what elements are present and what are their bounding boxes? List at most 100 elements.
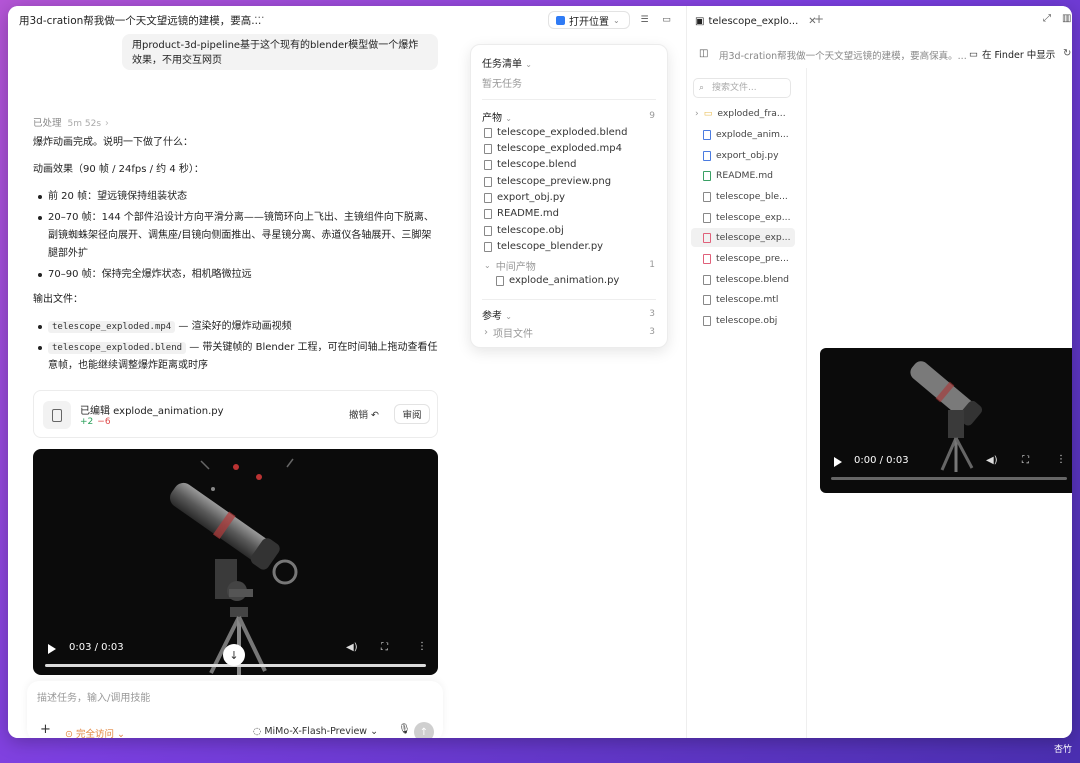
open-location-button[interactable]: 打开位置 ⌄ (548, 11, 630, 29)
sidebar-toggle-icon[interactable]: ▥ (1062, 13, 1071, 24)
tree-item-label: telescope.blend (716, 274, 790, 285)
artifact-item[interactable]: telescope.obj (484, 225, 564, 236)
tree-item[interactable]: telescope_exp... (691, 208, 795, 227)
artifact-name: telescope.obj (497, 225, 564, 236)
effect-list: 前 20 帧：望远镜保持组装状态 20–70 帧：144 个部件沿设计方向平滑分… (33, 188, 441, 284)
artifact-item[interactable]: telescope.blend (484, 159, 576, 170)
file-icon (703, 315, 711, 326)
file-icon (484, 208, 492, 219)
tree-item-label: export_obj.py (716, 150, 779, 161)
play-icon[interactable] (834, 457, 842, 467)
artifact-item[interactable]: telescope_exploded.blend (484, 127, 627, 138)
show-in-finder-button[interactable]: ▭ 在 Finder 中显示 (961, 45, 1059, 63)
add-icon[interactable]: + (40, 723, 51, 736)
artifact-name: export_obj.py (497, 192, 566, 203)
panel-icon[interactable]: ▭ (659, 12, 674, 27)
send-button[interactable]: ↑ (414, 722, 434, 738)
tree-item[interactable]: telescope.mtl (691, 290, 795, 309)
tree-item-selected[interactable]: telescope_exp... (691, 228, 795, 247)
intermediate-label: 中间产物 (495, 262, 536, 273)
tree-item[interactable]: explode_anim... (691, 125, 795, 144)
project-files-label: 项目文件 (493, 329, 533, 340)
artifact-item[interactable]: telescope_exploded.mp4 (484, 143, 622, 154)
search-placeholder: 搜索文件... (712, 83, 757, 93)
intermediate-header[interactable]: ⌄ 中间产物 (484, 258, 536, 273)
video-preview[interactable]: 0:00 / 0:03 ◀) ⛶ ⋮ (820, 348, 1072, 493)
tree-item-label: telescope_ble... (716, 191, 788, 202)
tree-item[interactable]: README.md (691, 166, 795, 185)
file-tab[interactable]: ▣ telescope_explo... ✕ (695, 12, 817, 30)
chevron-down-icon: ⌄ (613, 15, 620, 25)
tree-item[interactable]: telescope.blend (691, 270, 795, 289)
undo-button[interactable]: 撤销 ↶ (349, 407, 379, 421)
refresh-icon[interactable]: ↻ (1063, 48, 1071, 59)
processed-time: 5m 52s (67, 119, 102, 129)
video-menu-icon[interactable]: ⋮ (1056, 454, 1066, 465)
lines-added: +2 (80, 417, 94, 427)
path-label: 用3d-cration帮我做一个天文望远镜的建模，要高保真。... (719, 51, 967, 62)
undo-label: 撤销 (349, 410, 369, 421)
video-player[interactable]: 0:03 / 0:03 ◀) ⛶ ⋮ ↓ (33, 449, 438, 675)
expand-icon[interactable]: ⤢ (1043, 13, 1051, 24)
volume-icon[interactable]: ◀) (346, 642, 358, 653)
conversation-title[interactable]: 用3d-cration帮我做一个天文望远镜的建模，要高... (19, 13, 261, 28)
file-icon (484, 176, 492, 187)
shield-icon: ⊙ (65, 729, 73, 738)
artifacts-header[interactable]: 产物 ⌄ (482, 109, 512, 124)
project-files-item[interactable]: › 项目文件 (484, 325, 533, 340)
file-desc: — 渲染好的爆炸动画视频 (175, 321, 292, 332)
fullscreen-icon[interactable]: ⛶ (1022, 455, 1029, 466)
model-label: MiMo-X-Flash-Preview (264, 726, 368, 737)
video-time: 0:03 / 0:03 (69, 642, 124, 653)
artifact-item[interactable]: telescope_blender.py (484, 241, 603, 252)
sidebar-icon[interactable]: ◫ (699, 48, 708, 59)
artifact-item[interactable]: README.md (484, 208, 559, 219)
review-button[interactable]: 审阅 (394, 404, 430, 424)
file-search-input[interactable]: ⌕ 搜索文件... (693, 78, 791, 98)
markdown-icon (703, 170, 711, 181)
references-header[interactable]: 参考 ⌄ (482, 307, 512, 322)
video-menu-icon[interactable]: ⋮ (417, 641, 427, 652)
tree-item[interactable]: telescope.obj (691, 311, 795, 330)
composer[interactable]: 描述任务，输入/调用技能 + ⊙ 完全访问 ⌄ ◌ MiMo-X-Flash-P… (27, 681, 443, 738)
top-bar: 用3d-cration帮我做一个天文望远镜的建模，要高... ··· 打开位置 … (8, 6, 686, 34)
artifact-name: telescope_exploded.mp4 (497, 143, 622, 154)
list-icon[interactable]: ☰ (637, 12, 652, 27)
video-progress[interactable] (831, 477, 1067, 480)
edit-title: 已编辑 explode_animation.py (80, 406, 224, 417)
play-icon[interactable] (48, 644, 56, 654)
processed-label: 已处理 (33, 118, 62, 129)
tree-item[interactable]: telescope_ble... (691, 187, 795, 206)
file-code: telescope_exploded.mp4 (48, 321, 176, 333)
tree-item-label: telescope.mtl (716, 294, 779, 305)
processed-status[interactable]: 已处理 5m 52s › (33, 115, 109, 129)
access-label: 完全访问 (76, 729, 115, 738)
more-icon[interactable]: ··· (254, 11, 265, 24)
tasks-header[interactable]: 任务清单 ⌄ (482, 55, 532, 70)
edit-card[interactable]: 已编辑 explode_animation.py +2 −6 撤销 ↶ 审阅 (33, 390, 438, 438)
video-time: 0:00 / 0:03 (854, 455, 909, 466)
diff-stats: +2 −6 (80, 417, 111, 427)
folder-icon: ▣ (695, 15, 705, 27)
intermediate-item[interactable]: explode_animation.py (496, 275, 619, 286)
finder-label: 在 Finder 中显示 (981, 50, 1056, 61)
fullscreen-icon[interactable]: ⛶ (381, 642, 388, 653)
model-selector[interactable]: ◌ MiMo-X-Flash-Preview ⌄ (253, 726, 378, 737)
desktop-caption: 杏竹 (1053, 745, 1072, 755)
access-mode-button[interactable]: ⊙ 完全访问 ⌄ (65, 726, 125, 738)
file-icon (484, 143, 492, 154)
tree-item[interactable]: telescope_pre... (691, 249, 795, 268)
artifact-item[interactable]: export_obj.py (484, 192, 565, 203)
scroll-down-icon[interactable]: ↓ (223, 644, 245, 666)
list-item: 20–70 帧：144 个部件沿设计方向平滑分离——镜筒环向上飞出、主镜组件向下… (33, 209, 441, 263)
artifact-item[interactable]: telescope_preview.png (484, 176, 611, 187)
tree-item[interactable]: export_obj.py (691, 146, 795, 165)
user-message: 用product-3d-pipeline基于这个现有的blender模型做一个爆… (122, 34, 438, 70)
file-pane: ▣ telescope_explo... ✕ + ⤢ ▥ ◫ 用3d-crati… (686, 6, 1072, 738)
new-tab-icon[interactable]: + (814, 12, 824, 26)
mic-icon[interactable]: 🎙 (398, 724, 411, 735)
references-label: 参考 (482, 311, 502, 322)
task-input[interactable]: 描述任务，输入/调用技能 (37, 689, 150, 704)
volume-icon[interactable]: ◀) (986, 455, 998, 466)
tree-item[interactable]: › ▭ exploded_fra... (691, 104, 795, 123)
